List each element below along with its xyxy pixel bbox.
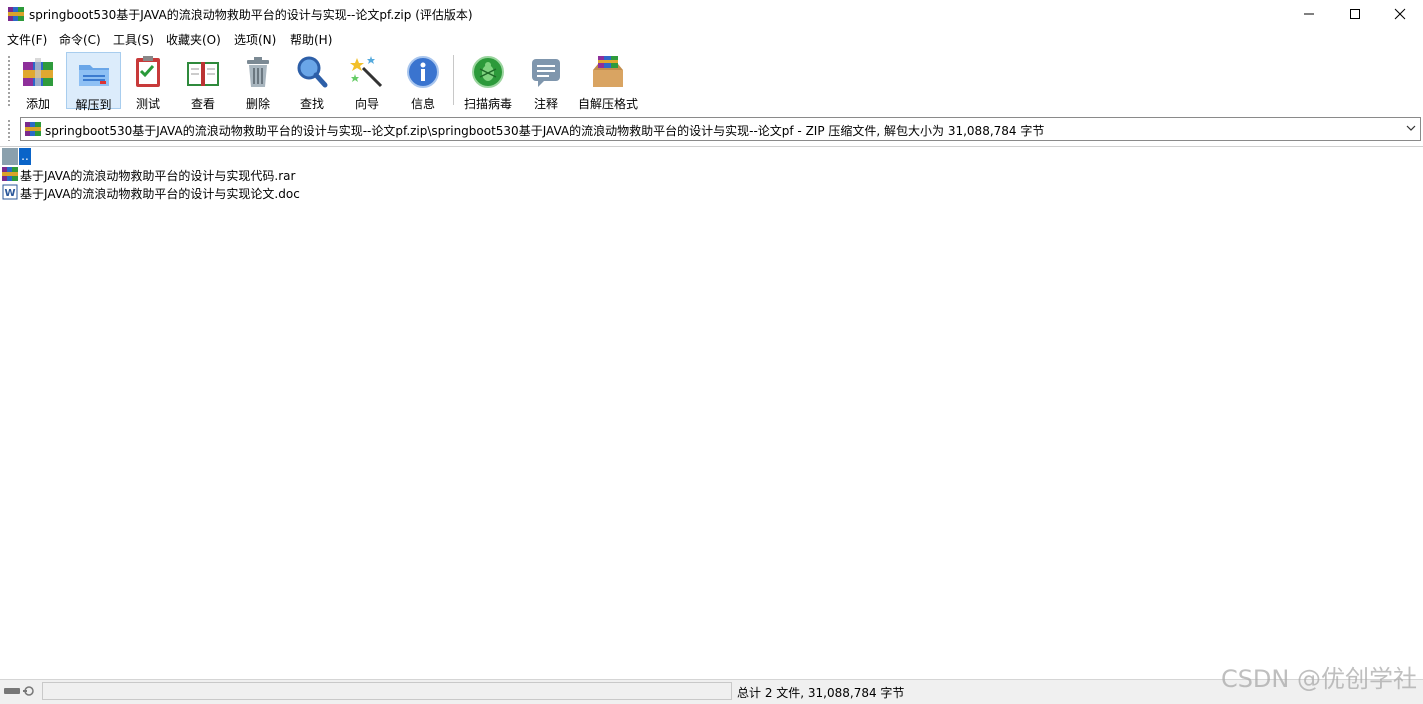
wizard-icon xyxy=(350,56,383,88)
file-name: 基于JAVA的流浪动物救助平台的设计与实现代码.rar xyxy=(20,169,296,183)
test-icon xyxy=(136,56,160,87)
sfx-icon xyxy=(593,56,623,87)
file-list: .. 基于JAVA的流浪动物救助平台的设计与实现代码.rar W 基于JAVA的… xyxy=(0,146,1423,680)
winrar-icon xyxy=(8,7,24,21)
address-dropdown[interactable]: springboot530基于JAVA的流浪动物救助平台的设计与实现--论文pf… xyxy=(20,117,1421,141)
find-label: 查找 xyxy=(299,97,324,111)
minimize-icon xyxy=(1304,13,1314,15)
status-summary: 总计 2 文件, 31,088,784 字节 xyxy=(737,686,905,700)
rar-file-icon xyxy=(2,167,18,181)
maximize-button[interactable] xyxy=(1332,0,1378,28)
virus-scan-button[interactable]: 扫描病毒 xyxy=(462,52,514,111)
delete-icon xyxy=(247,57,269,87)
wizard-button[interactable]: 向导 xyxy=(345,52,389,111)
title-bar: springboot530基于JAVA的流浪动物救助平台的设计与实现--论文pf… xyxy=(0,0,1423,28)
word-doc-icon: W xyxy=(2,184,18,200)
test-label: 测试 xyxy=(135,97,160,111)
add-archive-icon xyxy=(23,58,53,86)
menu-help[interactable]: 帮助(H) xyxy=(290,31,332,48)
extract-to-icon xyxy=(78,65,109,86)
close-icon xyxy=(1394,8,1406,20)
virus-scan-label: 扫描病毒 xyxy=(463,97,512,111)
menu-tools[interactable]: 工具(S) xyxy=(113,31,154,48)
wizard-label: 向导 xyxy=(354,97,379,111)
list-item[interactable]: 基于JAVA的流浪动物救助平台的设计与实现代码.rar xyxy=(2,166,322,183)
comment-button[interactable]: 注释 xyxy=(524,52,568,111)
find-icon xyxy=(297,56,328,88)
minimize-button[interactable] xyxy=(1286,0,1332,28)
extract-to-button[interactable]: 解压到 xyxy=(66,52,121,112)
parent-folder-icon xyxy=(2,148,18,165)
view-label: 查看 xyxy=(190,97,215,111)
menu-bar: 文件(F) 命令(C) 工具(S) 收藏夹(O) 选项(N) 帮助(H) xyxy=(0,29,1423,49)
file-name: 基于JAVA的流浪动物救助平台的设计与实现论文.doc xyxy=(20,187,300,201)
watermark: CSDN @优创学社 xyxy=(1220,665,1417,693)
virus-scan-icon xyxy=(472,56,504,88)
archive-icon xyxy=(25,122,41,136)
test-button[interactable]: 测试 xyxy=(126,52,170,111)
find-button[interactable]: 查找 xyxy=(290,52,334,111)
delete-button[interactable]: 删除 xyxy=(236,52,280,111)
address-path: springboot530基于JAVA的流浪动物救助平台的设计与实现--论文pf… xyxy=(45,124,1045,138)
toolbar-separator xyxy=(453,55,454,105)
window-title: springboot530基于JAVA的流浪动物救助平台的设计与实现--论文pf… xyxy=(29,8,473,22)
svg-text:W: W xyxy=(5,188,16,199)
add-button[interactable]: 添加 xyxy=(16,52,60,111)
maximize-icon xyxy=(1350,9,1360,19)
sfx-button[interactable]: 自解压格式 xyxy=(577,52,639,111)
menu-commands[interactable]: 命令(C) xyxy=(59,31,101,48)
menu-options[interactable]: 选项(N) xyxy=(234,31,276,48)
address-bar: springboot530基于JAVA的流浪动物救助平台的设计与实现--论文pf… xyxy=(0,114,1423,146)
extract-to-label: 解压到 xyxy=(75,98,112,112)
info-label: 信息 xyxy=(410,97,435,111)
drive-key-icon xyxy=(4,686,34,696)
comment-label: 注释 xyxy=(533,97,558,111)
parent-folder-label: .. xyxy=(19,148,31,165)
view-button[interactable]: 查看 xyxy=(180,52,226,111)
menu-file[interactable]: 文件(F) xyxy=(7,31,47,48)
close-button[interactable] xyxy=(1377,0,1423,28)
comment-icon xyxy=(532,59,560,87)
menu-favorites[interactable]: 收藏夹(O) xyxy=(166,31,221,48)
add-label: 添加 xyxy=(25,97,50,111)
info-button[interactable]: 信息 xyxy=(401,52,445,111)
info-icon xyxy=(407,56,439,88)
view-icon xyxy=(187,62,219,86)
status-bar: 总计 2 文件, 31,088,784 字节 xyxy=(0,679,1423,704)
chevron-down-icon[interactable] xyxy=(1406,124,1416,132)
list-item[interactable]: W 基于JAVA的流浪动物救助平台的设计与实现论文.doc xyxy=(2,184,322,201)
status-left-pane xyxy=(42,682,732,700)
delete-label: 删除 xyxy=(245,97,270,111)
sfx-label: 自解压格式 xyxy=(577,97,638,111)
toolbar-grip[interactable] xyxy=(7,55,11,107)
toolbar: 添加 解压到 测试 查看 删除 查找 向导 信息 扫描病毒 注释 自解压格式 xyxy=(0,49,1423,113)
address-grip[interactable] xyxy=(7,119,11,141)
